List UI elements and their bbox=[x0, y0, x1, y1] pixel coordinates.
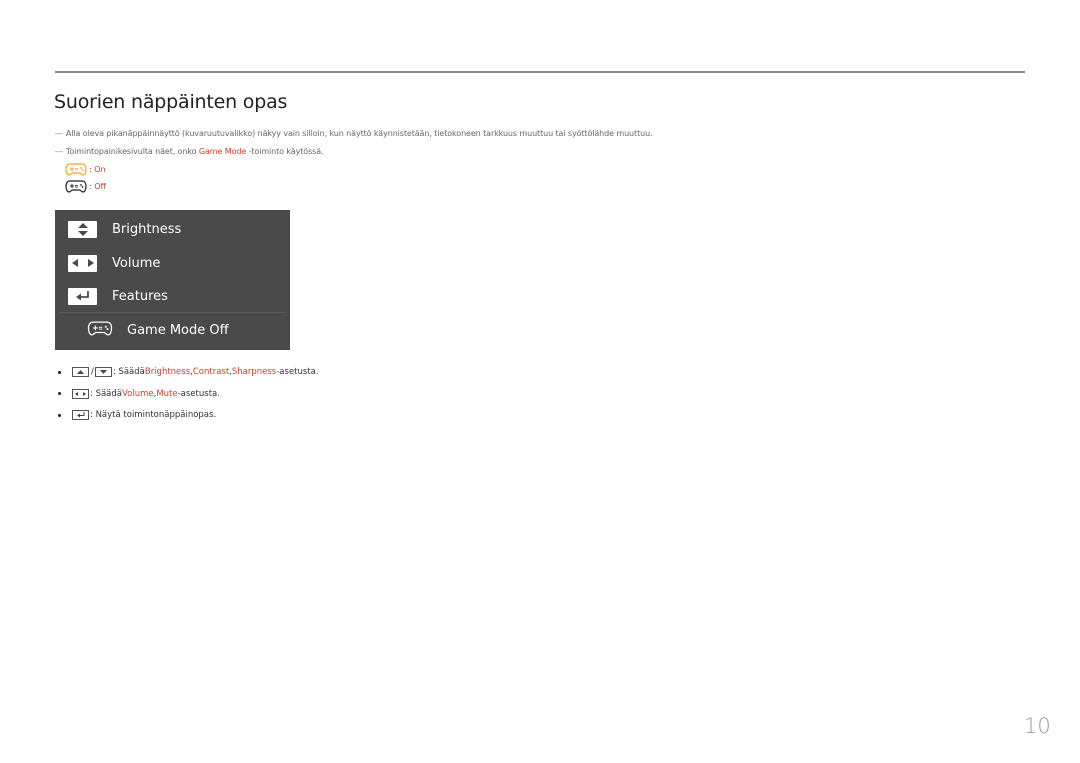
left-right-arrows-icon bbox=[68, 254, 97, 272]
page-number: 10 bbox=[1024, 714, 1051, 738]
gamepad-icon bbox=[87, 321, 113, 340]
note-dash: ― bbox=[55, 129, 63, 138]
down-key-icon bbox=[94, 367, 112, 377]
page-title: Suorien näppäinten opas bbox=[54, 91, 288, 113]
gamepad-off-icon bbox=[65, 180, 87, 193]
bullet-item: : Näytä toimintonäppäinopas. bbox=[58, 409, 319, 421]
up-down-arrows-icon bbox=[68, 220, 97, 238]
osd-game-mode[interactable]: Game Mode Off bbox=[87, 321, 229, 340]
link-sharpness: Sharpness bbox=[231, 367, 277, 377]
legend-off: : Off bbox=[65, 180, 106, 193]
osd-item-volume[interactable]: Volume bbox=[68, 254, 160, 272]
legend-on: : On bbox=[65, 163, 106, 176]
note-dash: ― bbox=[55, 147, 63, 156]
header-rule bbox=[55, 71, 1025, 73]
up-key-icon bbox=[72, 367, 89, 377]
bullet-dot bbox=[58, 370, 61, 374]
link-mute: Mute bbox=[156, 388, 178, 399]
enter-key-icon bbox=[72, 410, 89, 420]
link-contrast: Contrast bbox=[192, 367, 230, 377]
osd-item-brightness[interactable]: Brightness bbox=[68, 220, 181, 238]
link-volume: Volume bbox=[121, 388, 154, 399]
link-brightness: Brightness bbox=[144, 367, 191, 377]
bullet-dot bbox=[58, 413, 61, 417]
osd-item-features[interactable]: Features bbox=[68, 287, 168, 305]
osd-divider bbox=[59, 312, 286, 313]
game-mode-highlight: Game Mode bbox=[198, 147, 247, 156]
note-2: ― Toimintopainikesivulta näet, onko Game … bbox=[55, 147, 324, 156]
bullet-dot bbox=[58, 392, 61, 395]
note-1: ― Alla oleva pikanäppäinnäyttö (kuvaruutu… bbox=[55, 129, 653, 138]
left-right-key-icon bbox=[72, 388, 89, 399]
key-descriptions: /: Säädä Brightness, Contrast, Sharpness… bbox=[58, 366, 319, 431]
bullet-item: : Säädä Volume, Mute -asetusta. bbox=[58, 388, 319, 400]
osd-panel: Brightness Volume Features Game Mode Off bbox=[55, 210, 290, 350]
enter-icon bbox=[68, 287, 97, 305]
bullet-item: /: Säädä Brightness, Contrast, Sharpness… bbox=[58, 366, 319, 378]
gamepad-on-icon bbox=[65, 163, 87, 176]
